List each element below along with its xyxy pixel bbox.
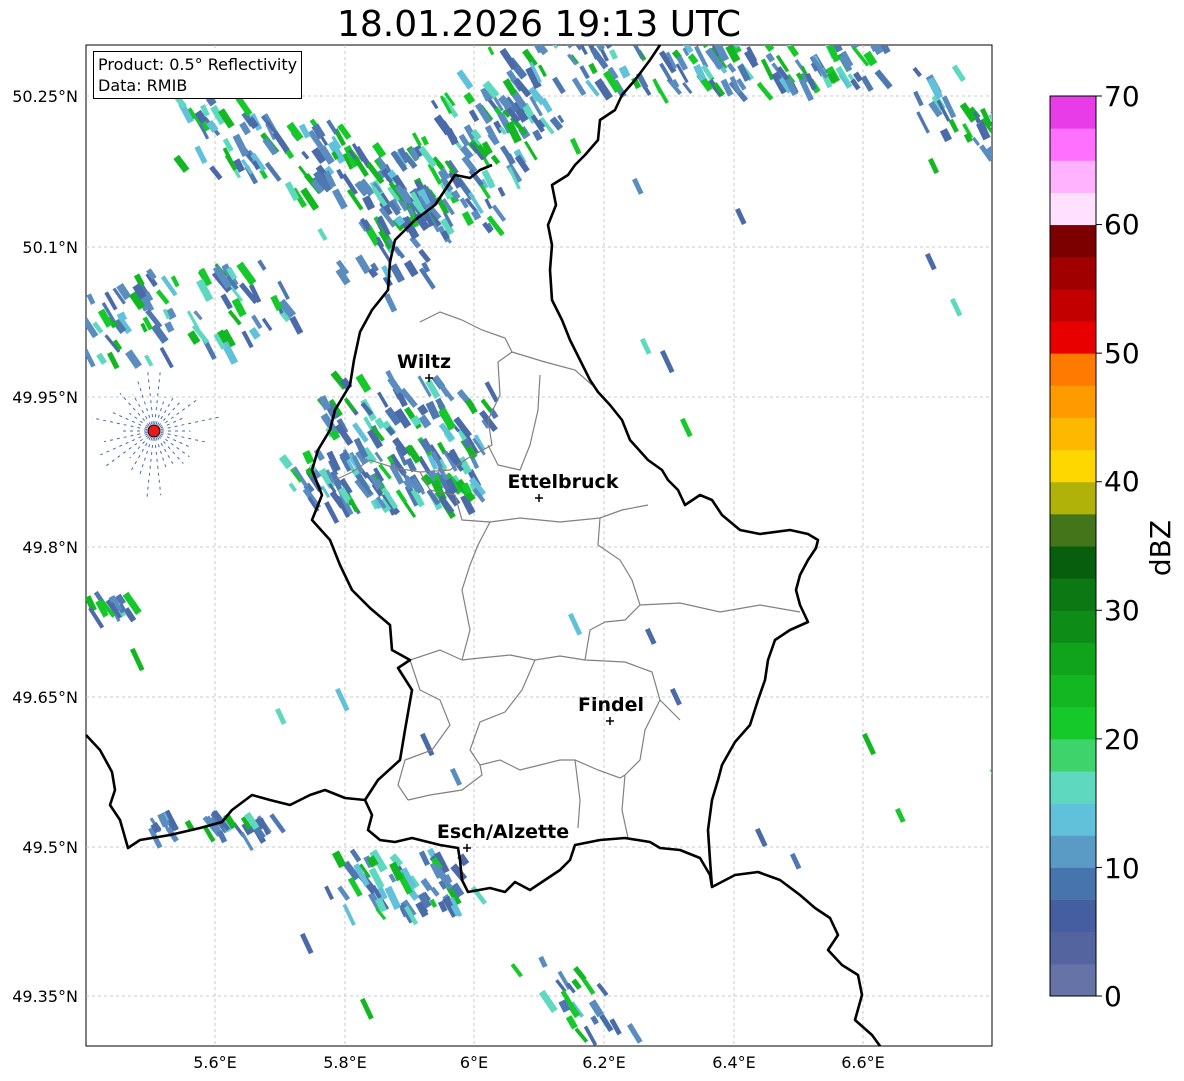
colorbar-tick: 50	[1104, 337, 1140, 370]
echo-cell	[524, 14, 537, 31]
lat-tick: 50.1°N	[22, 238, 78, 257]
colorbar-swatch	[1050, 128, 1096, 161]
echo-cell	[565, 18, 577, 30]
colorbar-swatch	[1050, 321, 1096, 354]
colorbar-tick: 40	[1104, 465, 1140, 498]
map-frame	[85, 44, 993, 1047]
colorbar-tick-labels: 0 10 20 30 40 50 60 70	[1104, 80, 1140, 1013]
colorbar-swatch	[1050, 578, 1096, 611]
product-text: Product: 0.5° Reflectivity	[98, 55, 298, 74]
colorbar-tick: 30	[1104, 594, 1140, 627]
echo-cell	[65, 320, 81, 342]
echo-cell	[559, 21, 570, 33]
colorbar-swatch	[1050, 803, 1096, 836]
colorbar-label: dBZ	[1144, 520, 1177, 576]
lon-tick: 5.8°E	[323, 1053, 367, 1072]
colorbar-swatch	[1050, 835, 1096, 868]
colorbar-swatch	[1050, 706, 1096, 740]
echo-cell	[538, 29, 549, 41]
lon-tick: 6°E	[460, 1053, 488, 1072]
city-label: Findel	[578, 694, 644, 716]
colorbar-swatch	[1050, 963, 1096, 997]
colorbar-swatch	[1050, 513, 1096, 547]
city-label: Ettelbruck	[508, 471, 619, 493]
colorbar-swatch	[1050, 353, 1096, 386]
red-dot-icon	[147, 424, 161, 438]
colorbar-swatch	[1050, 192, 1096, 226]
lat-tick: 49.8°N	[22, 538, 78, 557]
colorbar-swatch	[1050, 610, 1096, 643]
colorbar-tick: 10	[1104, 852, 1140, 885]
colorbar-tick: 0	[1104, 980, 1122, 1013]
colorbar-swatch	[1050, 160, 1096, 193]
echo-cell	[630, 1047, 643, 1064]
lon-tick: 5.6°E	[193, 1053, 237, 1072]
colorbar-tick: 60	[1104, 208, 1140, 241]
colorbar-swatch	[1050, 96, 1096, 129]
colorbar-swatch	[1050, 771, 1096, 804]
colorbar-tick: 20	[1104, 723, 1140, 756]
colorbar-swatch	[1050, 899, 1096, 933]
lat-tick: 49.65°N	[12, 688, 78, 707]
colorbar-swatch	[1050, 224, 1096, 258]
echo-cell	[567, 45, 579, 46]
lon-tick: 6.4°E	[712, 1053, 756, 1072]
echo-cell	[579, 11, 594, 27]
colorbar-swatch	[1050, 642, 1096, 676]
lon-tick: 6.2°E	[582, 1053, 626, 1072]
source-text: Data: RMIB	[98, 76, 188, 95]
echo-cell	[562, 0, 571, 9]
colorbar-swatch	[1050, 674, 1096, 708]
colorbar-swatch	[1050, 449, 1096, 483]
colorbar-tick: 70	[1104, 80, 1140, 113]
lat-tick-labels: 50.25°N 50.1°N 49.95°N 49.8°N 49.65°N 49…	[12, 87, 78, 1006]
echo-cell	[628, 1052, 641, 1071]
colorbar-swatch	[1050, 288, 1096, 322]
colorbar	[1049, 95, 1102, 997]
echo-cell	[68, 348, 84, 370]
colorbar-swatch	[1050, 931, 1096, 965]
lat-tick: 49.95°N	[12, 388, 78, 407]
lat-tick: 50.25°N	[12, 87, 78, 106]
city-label: Esch/Alzette	[437, 821, 569, 843]
echo-cell	[589, 24, 601, 37]
colorbar-swatch	[1050, 417, 1096, 451]
city-label: Wiltz	[397, 351, 451, 373]
colorbar-swatch	[1050, 481, 1096, 515]
colorbar-swatch	[1050, 738, 1096, 772]
info-box: Product: 0.5° Reflectivity Data: RMIB	[93, 51, 303, 99]
colorbar-swatch	[1050, 385, 1096, 418]
lon-tick: 6.6°E	[841, 1053, 885, 1072]
colorbar-swatch	[1050, 546, 1096, 579]
colorbar-swatch	[1050, 256, 1096, 290]
echo-cell	[534, 20, 546, 33]
echo-cell	[573, 25, 584, 36]
colorbar-swatch	[1050, 867, 1096, 901]
lat-tick: 49.35°N	[12, 987, 78, 1006]
radar-map: Wiltz Ettelbruck Findel Esch/Alzette 5.6…	[12, 0, 1177, 1072]
lat-tick: 49.5°N	[22, 838, 78, 857]
echo-cell	[636, 45, 649, 46]
echo-cell	[522, 10, 541, 31]
lon-tick-labels: 5.6°E 5.8°E 6°E 6.2°E 6.4°E 6.6°E	[193, 1053, 885, 1072]
